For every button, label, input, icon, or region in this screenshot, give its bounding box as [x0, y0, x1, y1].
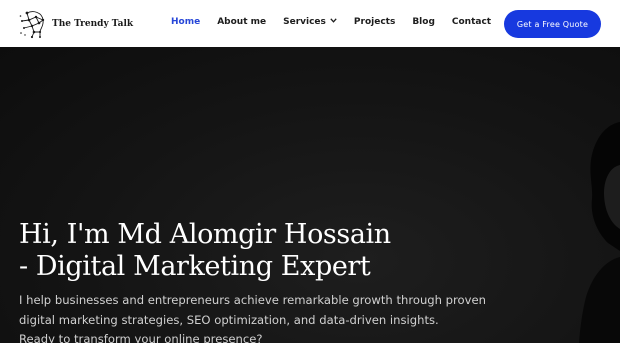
brand-logo[interactable]: The Trendy Talk — [18, 8, 133, 40]
nav-item-home[interactable]: Home — [171, 17, 200, 27]
hero-title-line-1: Hi, I'm Md Alomgir Hossain — [19, 219, 391, 250]
nav-item-blog[interactable]: Blog — [412, 17, 435, 27]
nav-item-services-label: Services — [283, 17, 326, 27]
hero-text-line-1: I help businesses and entrepreneurs achi… — [19, 293, 486, 307]
brand-name: The Trendy Talk — [52, 19, 134, 29]
get-free-quote-button[interactable]: Get a Free Quote — [504, 10, 601, 38]
hero-section: Hi, I'm Md Alomgir Hossain - Digital Mar… — [0, 47, 620, 343]
chevron-down-icon — [330, 18, 337, 23]
portrait-photo — [579, 122, 620, 343]
hero-title: Hi, I'm Md Alomgir Hossain - Digital Mar… — [19, 219, 439, 283]
site-header: The Trendy Talk Home About me Services P… — [0, 0, 620, 47]
hero-text-line-2: digital marketing strategies, SEO optimi… — [19, 312, 439, 327]
nav-item-projects[interactable]: Projects — [354, 17, 395, 27]
hero-title-line-2: - Digital Marketing Expert — [19, 251, 371, 282]
main-nav: Home About me Services Projects Blog Con… — [171, 17, 491, 27]
network-head-logo-icon — [19, 11, 45, 39]
nav-item-services[interactable]: Services — [283, 17, 337, 27]
nav-item-about-me[interactable]: About me — [217, 17, 266, 27]
nav-item-contact[interactable]: Contact — [452, 17, 491, 27]
hero-description: I help businesses and entrepreneurs achi… — [19, 291, 486, 343]
hero-text-line-3: Ready to transform your online presence? — [19, 332, 263, 343]
